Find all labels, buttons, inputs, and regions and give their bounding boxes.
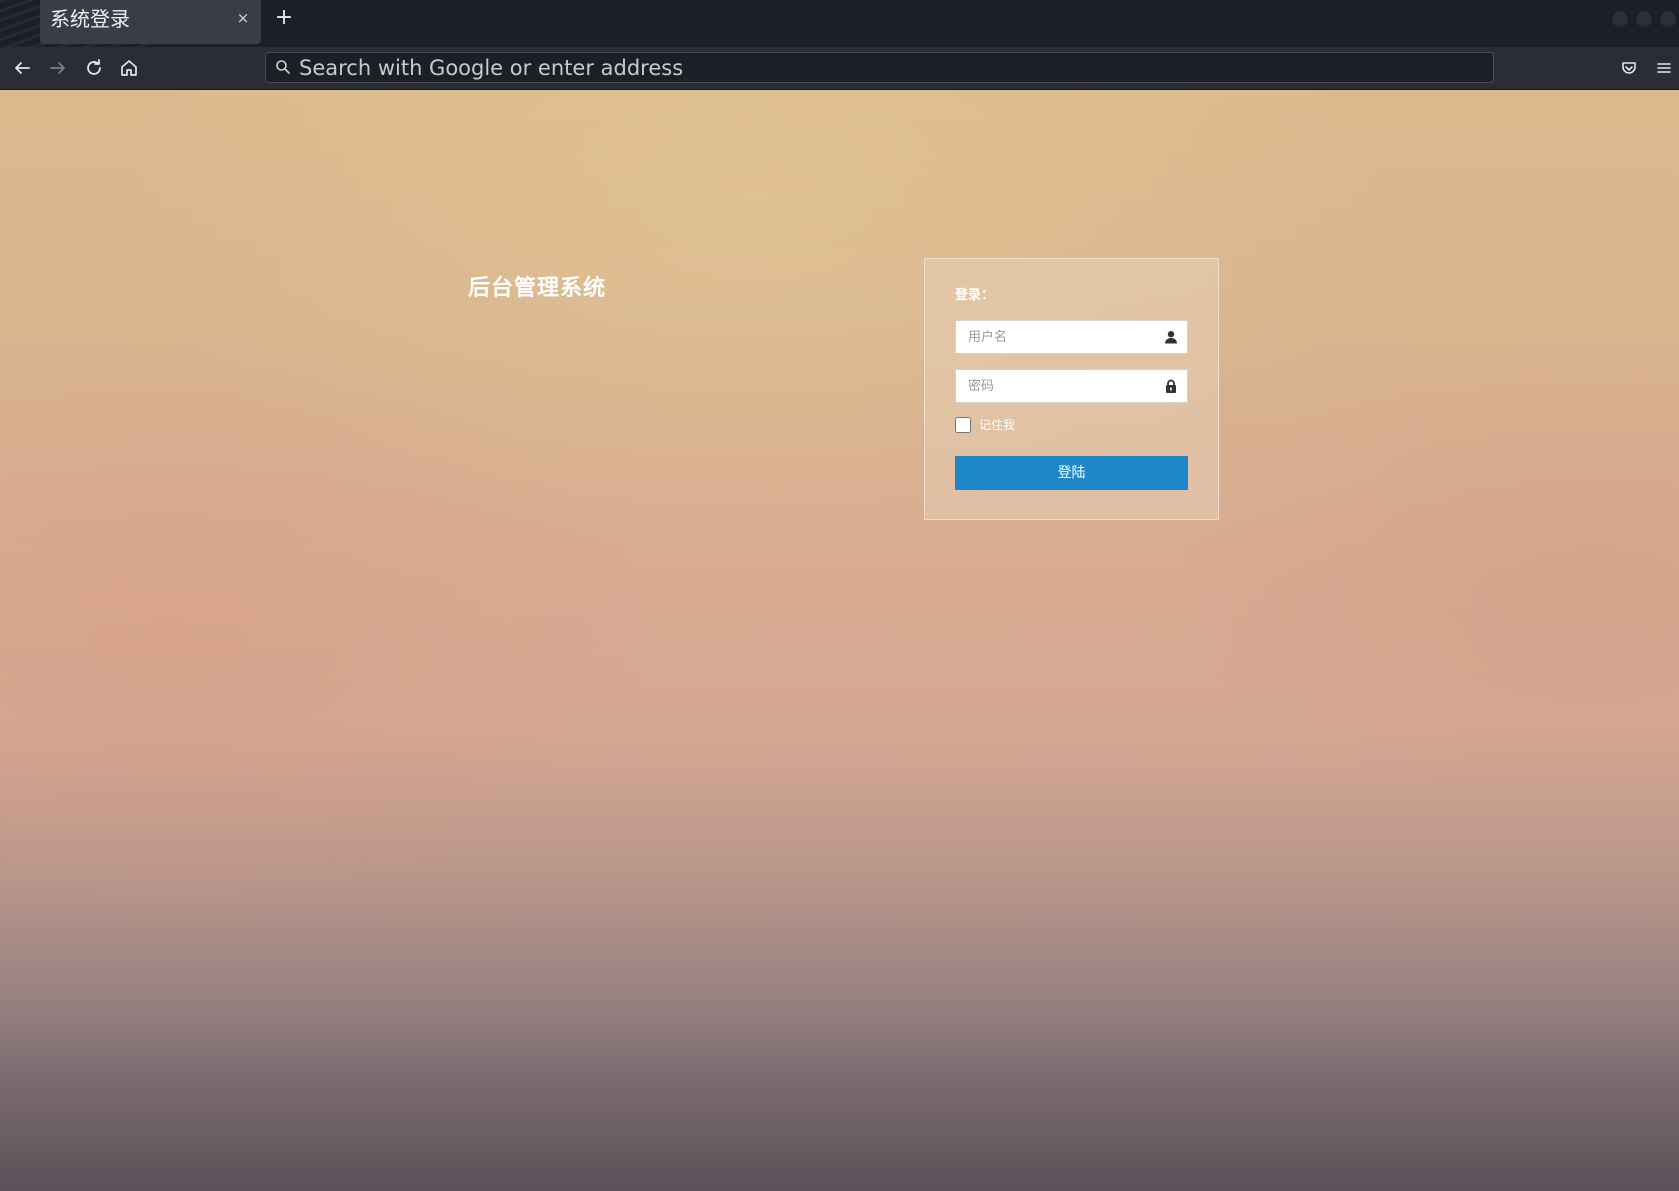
reload-icon [87,59,101,75]
app-menu-button[interactable] [1652,56,1676,80]
username-field[interactable] [955,320,1188,354]
tab-close-icon[interactable]: × [235,10,251,26]
tab-title: 系统登录 [50,7,130,31]
remember-me-checkbox[interactable] [955,417,971,433]
browser-tab-strip: 系统登录 × + [0,0,1679,47]
system-title: 后台管理系统 [468,276,607,301]
background-image [0,90,1679,1191]
username-input[interactable] [968,328,1148,346]
pocket-icon [1622,62,1636,74]
page-viewport: 后台管理系统 登录： 记住我 登陆 [0,90,1679,1191]
back-button[interactable] [10,56,34,80]
window-maximize-button[interactable] [1636,11,1652,27]
search-icon [276,60,290,74]
reload-button[interactable] [82,56,106,80]
home-button[interactable] [117,56,141,80]
window-close-button[interactable] [1660,11,1676,27]
browser-nav-bar [0,47,1679,90]
remember-me-label[interactable]: 记住我 [979,417,1015,434]
browser-tab-active[interactable]: 系统登录 × [40,0,261,44]
password-input[interactable] [968,377,1148,395]
menu-icon [1657,63,1671,73]
forward-arrow-icon [50,62,65,74]
user-icon [1165,331,1177,344]
pocket-button[interactable] [1617,56,1641,80]
home-icon [121,60,137,76]
login-button[interactable]: 登陆 [955,456,1188,490]
address-input[interactable] [299,56,1449,80]
new-tab-button[interactable]: + [272,6,296,30]
login-heading: 登录： [955,288,995,303]
back-arrow-icon [15,62,30,74]
lock-icon [1166,379,1176,393]
password-field[interactable] [955,369,1188,403]
window-minimize-button[interactable] [1612,11,1628,27]
forward-button[interactable] [46,56,70,80]
login-panel: 登录： 记住我 登陆 [924,258,1219,520]
address-bar[interactable] [265,52,1494,83]
